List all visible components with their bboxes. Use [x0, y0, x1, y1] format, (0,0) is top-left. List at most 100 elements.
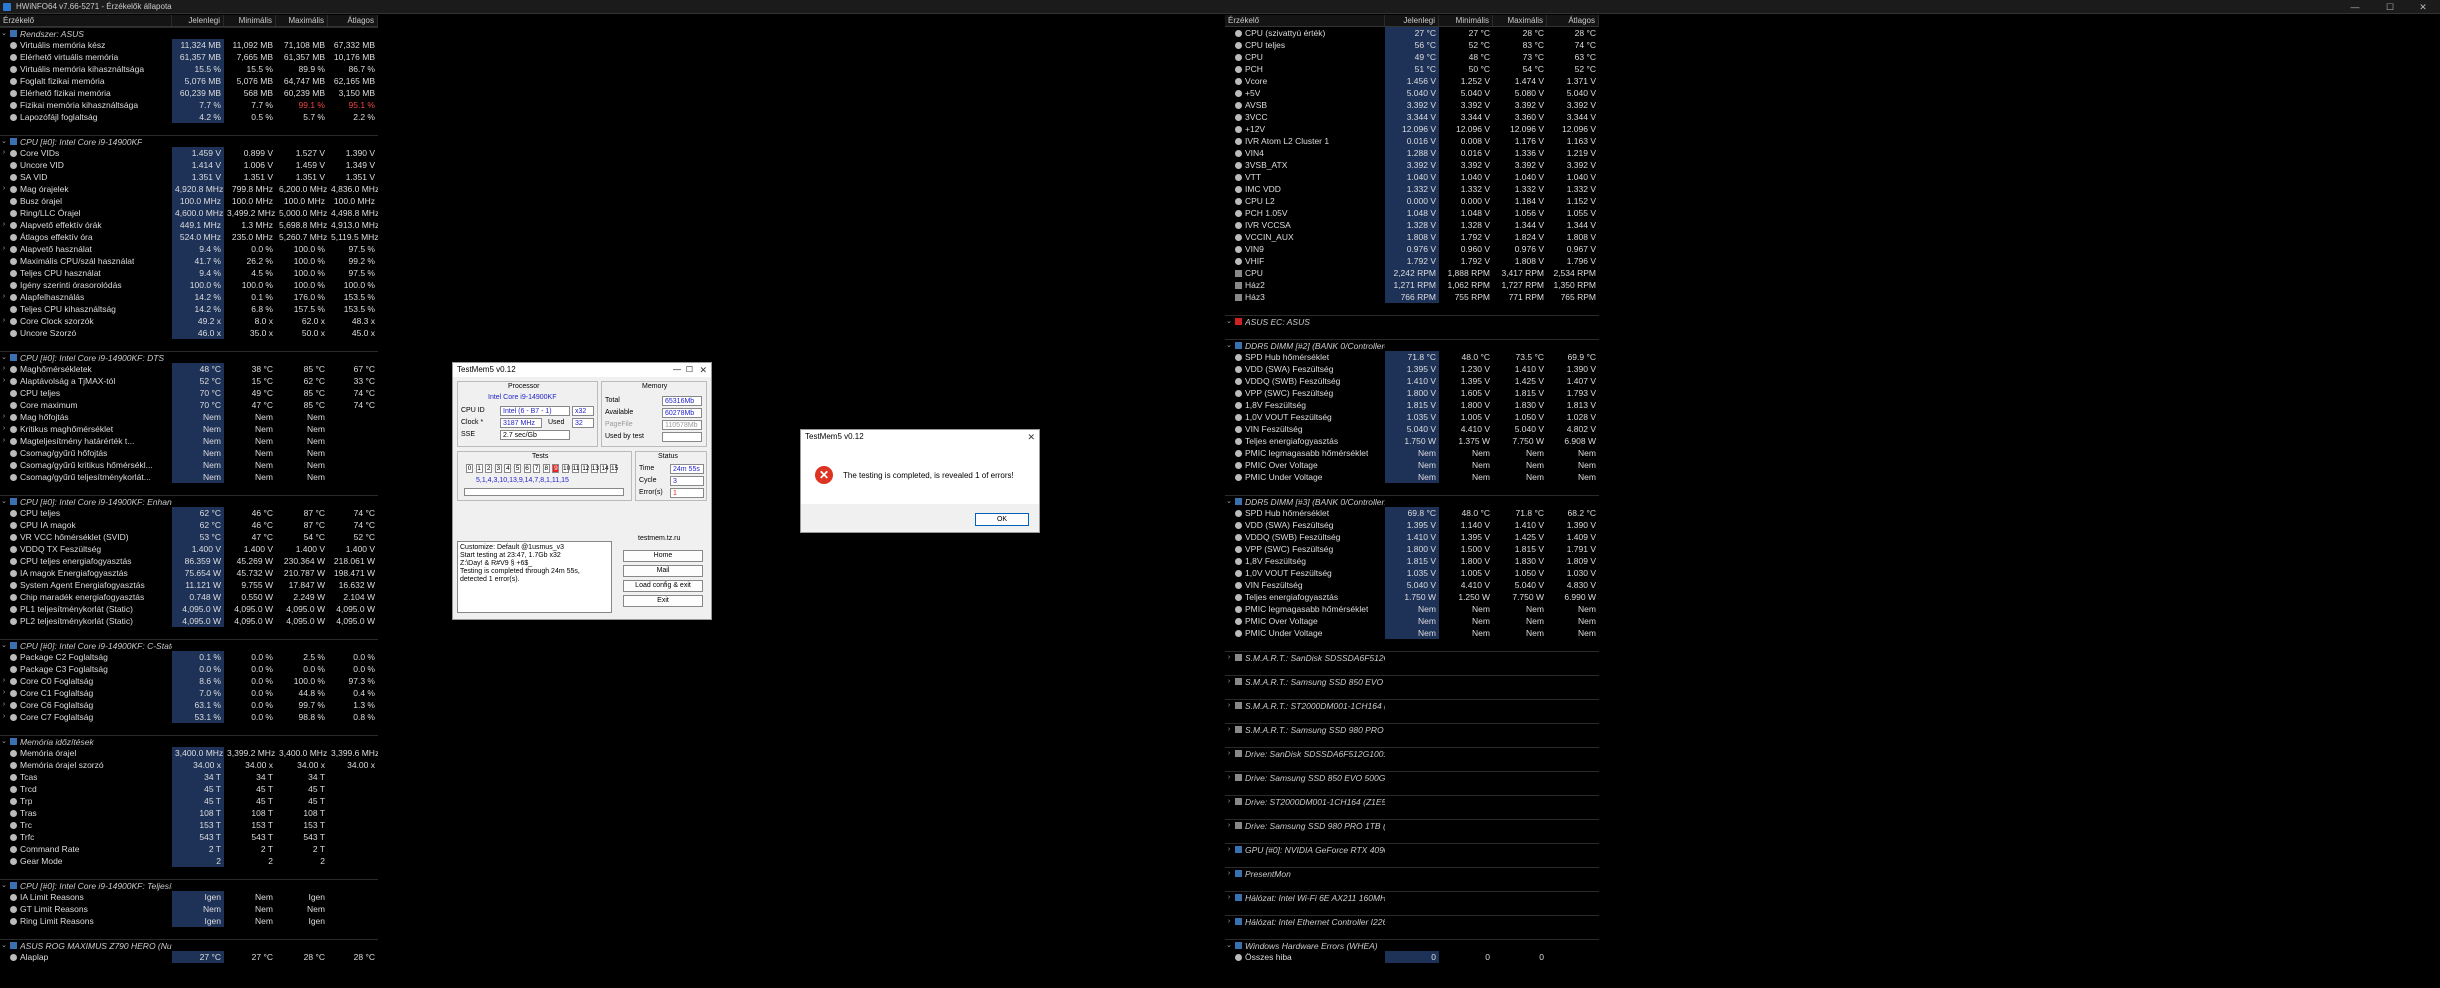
sensor-row[interactable]: Teljes CPU kihasználtság 14.2 % 6.8 % 157.5… [0, 303, 378, 315]
expand-icon[interactable]: › [1225, 700, 1233, 711]
sensor-row[interactable]: Virtuális memória kész 11,324 MB 11,092 MB… [0, 39, 378, 51]
sensor-row[interactable]: System Agent Energiafogyasztás 11.121 W 9.… [0, 579, 378, 591]
expand-icon[interactable]: › [1225, 844, 1233, 855]
close-button[interactable]: ✕ [2408, 0, 2438, 14]
sensor-row[interactable]: VDD (SWA) Feszültség 1.395 V 1.230 V 1.410 … [1225, 363, 1599, 375]
sensor-row[interactable]: Csomag/gyűrű hőfojtás Nem Nem Nem [0, 447, 378, 459]
sensor-row[interactable]: Virtuális memória kihasználtsága 15.5 % 15… [0, 63, 378, 75]
sensor-row[interactable]: Package C2 Foglaltság 0.1 % 0.0 % 2.5 % 0.0 … [0, 651, 378, 663]
collapse-icon[interactable]: ⌄ [0, 640, 8, 651]
sensor-row[interactable]: GT Limit Reasons Nem Nem Nem [0, 903, 378, 915]
sensor-row[interactable]: VIN4 1.288 V 0.016 V 1.336 V 1.219 V [1225, 147, 1599, 159]
sensor-group-row[interactable]: ⌄ ASUS EC: ASUS [1225, 315, 1599, 327]
collapse-icon[interactable]: ⌄ [0, 28, 8, 39]
expand-icon[interactable]: › [0, 711, 8, 723]
collapse-icon[interactable]: ⌄ [0, 940, 8, 951]
sensor-row[interactable]: VDD (SWA) Feszültség 1.395 V 1.140 V 1.410 … [1225, 519, 1599, 531]
expand-icon[interactable]: › [1225, 676, 1233, 687]
sensor-row[interactable]: Ház3 766 RPM 755 RPM 771 RPM 765 RPM [1225, 291, 1599, 303]
sensor-row[interactable]: Teljes CPU használat 9.4 % 4.5 % 100.0 % 97.… [0, 267, 378, 279]
sensor-row[interactable]: VIN Feszültség 5.040 V 4.410 V 5.040 V 4.830… [1225, 579, 1599, 591]
expand-icon[interactable]: › [0, 219, 8, 231]
expand-icon[interactable]: › [0, 435, 8, 447]
collapse-icon[interactable]: ⌄ [0, 352, 8, 363]
sensor-row[interactable]: Chip maradék energiafogyasztás 0.748 W 0.5… [0, 591, 378, 603]
sensor-group-row[interactable]: › S.M.A.R.T.: Samsung SSD 980 PRO 1TB (S5… [1225, 723, 1599, 735]
expand-icon[interactable]: › [0, 147, 8, 159]
sensor-row[interactable]: › Mag órajelek 4,920.8 MHz 799.8 MHz 6,200.0… [0, 183, 378, 195]
expand-icon[interactable]: › [1225, 892, 1233, 903]
home-button[interactable]: Home [623, 550, 703, 562]
column-header-3[interactable]: Maximális [276, 15, 328, 26]
expand-icon[interactable]: › [1225, 796, 1233, 807]
sensor-group-row[interactable]: ⌄ DDR5 DIMM [#2] (BANK 0/Controller0-DIMM… [1225, 339, 1599, 351]
sensor-row[interactable]: Command Rate 2 T 2 T 2 T [0, 843, 378, 855]
sensor-row[interactable]: 3VSB_ATX 3.392 V 3.392 V 3.392 V 3.392 V [1225, 159, 1599, 171]
sensor-row[interactable]: › Core VIDs 1.459 V 0.899 V 1.527 V 1.390 V [0, 147, 378, 159]
sensor-group-row[interactable]: ⌄ CPU [#0]: Intel Core i9-14900KF: Enhanc… [0, 495, 378, 507]
column-header-3[interactable]: Maximális [1493, 15, 1547, 26]
sensor-group-row[interactable]: › Drive: Samsung SSD 850 EVO 500GB (S3R3N… [1225, 771, 1599, 783]
collapse-icon[interactable]: ⌄ [1225, 316, 1233, 327]
column-header-0[interactable]: Érzékelő [1225, 15, 1385, 26]
sensor-row[interactable]: › Alapfelhasználás 14.2 % 0.1 % 176.0 % 153.5… [0, 291, 378, 303]
sensor-row[interactable]: 3VCC 3.344 V 3.344 V 3.360 V 3.344 V [1225, 111, 1599, 123]
expand-icon[interactable]: › [0, 675, 8, 687]
sensor-row[interactable]: PCH 51 °C 50 °C 54 °C 52 °C [1225, 63, 1599, 75]
sensor-row[interactable]: Fizikai memória kihasználtsága 7.7 % 7.7 %… [0, 99, 378, 111]
sensor-group-row[interactable]: ⌄ CPU [#0]: Intel Core i9-14900KF: C-Stat… [0, 639, 378, 651]
sensor-row[interactable]: Tcas 34 T 34 T 34 T [0, 771, 378, 783]
sensor-row[interactable]: VPP (SWC) Feszültség 1.800 V 1.605 V 1.815 … [1225, 387, 1599, 399]
sensor-row[interactable]: Busz órajel 100.0 MHz 100.0 MHz 100.0 MHz 10… [0, 195, 378, 207]
sensor-row[interactable]: › Mag hőfojtás Nem Nem Nem [0, 411, 378, 423]
sensor-group-row[interactable]: ⌄ ASUS ROG MAXIMUS Z790 HERO (Nuvoton NCT… [0, 939, 378, 951]
mail-button[interactable]: Mail [623, 565, 703, 577]
sensor-row[interactable]: Trp 45 T 45 T 45 T [0, 795, 378, 807]
sensor-row[interactable]: SPD Hub hőmérséklet 71.8 °C 48.0 °C 73.5 °C… [1225, 351, 1599, 363]
sensor-row[interactable]: VCCIN_AUX 1.808 V 1.792 V 1.824 V 1.808 V [1225, 231, 1599, 243]
sensor-row[interactable]: CPU teljes 62 °C 46 °C 87 °C 74 °C [0, 507, 378, 519]
sensor-row[interactable]: 1,0V VOUT Feszültség 1.035 V 1.005 V 1.050 … [1225, 411, 1599, 423]
sensor-row[interactable]: › Kritikus maghőmérséklet Nem Nem Nem [0, 423, 378, 435]
sensor-row[interactable]: › Alaptávolság a TjMAX-tól 52 °C 15 °C 62 °C… [0, 375, 378, 387]
sensor-row[interactable]: VPP (SWC) Feszültség 1.800 V 1.500 V 1.815 … [1225, 543, 1599, 555]
sensor-group-row[interactable]: › GPU [#0]: NVIDIA GeForce RTX 4090 [1225, 843, 1599, 855]
sensor-group-row[interactable]: › Hálózat: Intel Wi-Fi 6E AX211 160MHz [1225, 891, 1599, 903]
expand-icon[interactable]: › [1225, 652, 1233, 663]
sensor-group-row[interactable]: ⌄ DDR5 DIMM [#3] (BANK 0/Controller1-DIMM… [1225, 495, 1599, 507]
expand-icon[interactable]: › [0, 375, 8, 387]
sensor-row[interactable]: Ring/LLC Órajel 4,600.0 MHz 3,499.2 MHz 5,0… [0, 207, 378, 219]
sensor-row[interactable]: Memória órajel szorzó 34.00 x 34.00 x 34.00… [0, 759, 378, 771]
collapse-icon[interactable]: ⌄ [0, 136, 8, 147]
sensor-row[interactable]: PMIC Over Voltage Nem Nem Nem Nem [1225, 459, 1599, 471]
sensor-row[interactable]: › Core Clock szorzók 49.2 x 8.0 x 62.0 x 48.3… [0, 315, 378, 327]
exit-button[interactable]: Exit [623, 595, 703, 607]
sensor-row[interactable]: › Magteljesítmény határérték t... Nem Nem Ne… [0, 435, 378, 447]
sensor-row[interactable]: › Core C0 Foglaltság 8.6 % 0.0 % 100.0 % 97.3… [0, 675, 378, 687]
sensor-group-row[interactable]: › S.M.A.R.T.: SanDisk SDSSDA6F512G1001 (1… [1225, 651, 1599, 663]
sensor-row[interactable]: Gear Mode 2 2 2 [0, 855, 378, 867]
sensor-row[interactable]: Vcore 1.456 V 1.252 V 1.474 V 1.371 V [1225, 75, 1599, 87]
sensor-group-row[interactable]: › S.M.A.R.T.: Samsung SSD 850 EVO 500GB (… [1225, 675, 1599, 687]
sensor-row[interactable]: VHIF 1.792 V 1.792 V 1.808 V 1.796 V [1225, 255, 1599, 267]
sensor-row[interactable]: Foglalt fizikai memória 5,076 MB 5,076 MB 6… [0, 75, 378, 87]
load-config-exit-button[interactable]: Load config & exit [623, 580, 703, 592]
sensor-row[interactable]: Memória órajel 3,400.0 MHz 3,399.2 MHz 3,40… [0, 747, 378, 759]
expand-icon[interactable]: › [0, 423, 8, 435]
column-header-1[interactable]: Jelenlegi [1385, 15, 1439, 26]
sensor-row[interactable]: CPU teljes 56 °C 52 °C 83 °C 74 °C [1225, 39, 1599, 51]
sensor-group-row[interactable]: ⌄ Memória időzítések [0, 735, 378, 747]
sensor-row[interactable]: Átlagos effektív óra 524.0 MHz 235.0 MHz 5,… [0, 231, 378, 243]
sensor-row[interactable]: Uncore VID 1.414 V 1.006 V 1.459 V 1.349 V [0, 159, 378, 171]
sensor-row[interactable]: PMIC Over Voltage Nem Nem Nem Nem [1225, 615, 1599, 627]
expand-icon[interactable]: › [1225, 772, 1233, 783]
sensor-row[interactable]: PMIC Under Voltage Nem Nem Nem Nem [1225, 471, 1599, 483]
sensor-group-row[interactable]: › Drive: SanDisk SDSSDA6F512G1001 (183780… [1225, 747, 1599, 759]
expand-icon[interactable]: › [0, 315, 8, 327]
sensor-row[interactable]: VDDQ (SWB) Feszültség 1.410 V 1.395 V 1.425… [1225, 375, 1599, 387]
sensor-row[interactable]: Core maximum 70 °C 47 °C 85 °C 74 °C [0, 399, 378, 411]
sensor-row[interactable]: › Maghőmérsékletek 48 °C 38 °C 85 °C 67 °C [0, 363, 378, 375]
sensor-row[interactable]: Package C3 Foglaltság 0.0 % 0.0 % 0.0 % 0.0 … [0, 663, 378, 675]
expand-icon[interactable]: › [0, 411, 8, 423]
expand-icon[interactable]: › [0, 363, 8, 375]
